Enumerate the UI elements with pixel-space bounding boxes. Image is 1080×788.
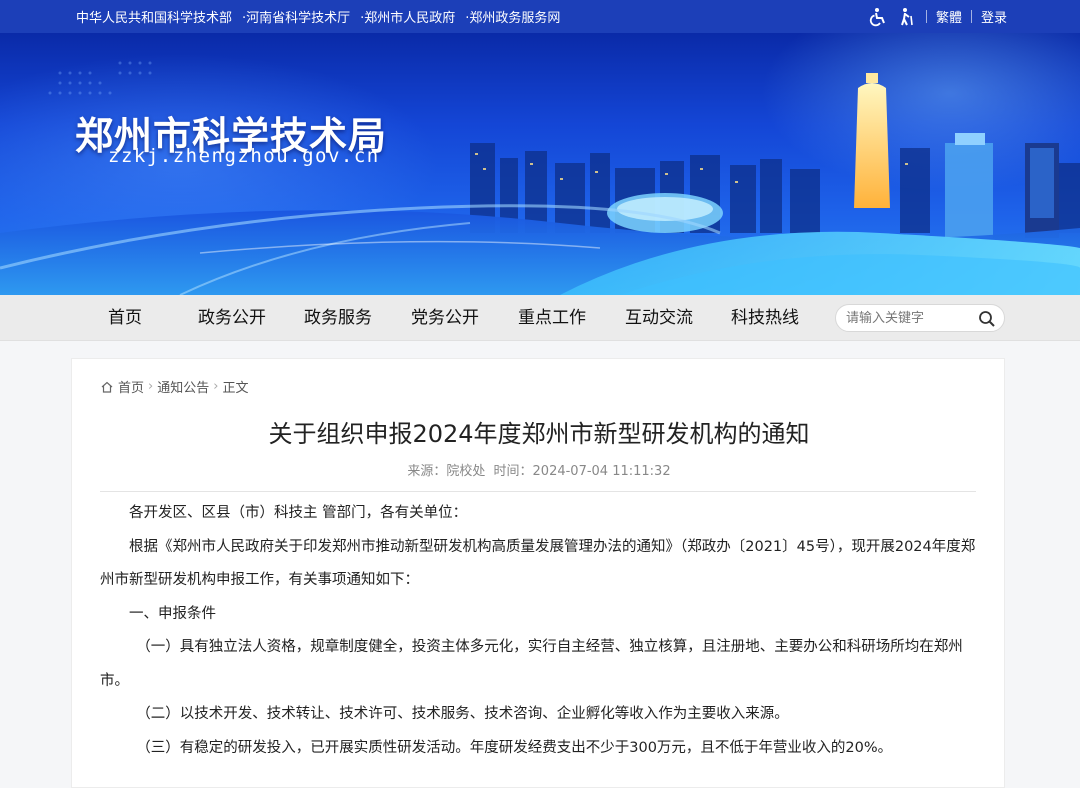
breadcrumb-notices[interactable]: 通知公告 xyxy=(157,377,209,396)
link-most[interactable]: 中华人民共和国科学技术部 xyxy=(76,7,232,26)
related-links: 中华人民共和国科学技术部 ·河南省科学技术厅 ·郑州市人民政府 ·郑州政务服务网 xyxy=(76,0,560,33)
nav-item-government-services[interactable]: 政务服务 xyxy=(304,295,372,341)
article-body: 各开发区、区县（市）科技主 管部门，各有关单位： 根据《郑州市人民政府关于印发郑… xyxy=(100,497,978,765)
nav-item-home[interactable]: 首页 xyxy=(108,295,142,341)
nav-item-interaction[interactable]: 互动交流 xyxy=(625,295,693,341)
header-banner: 郑州市科学技术局 zzkj.zhengzhou.gov.cn xyxy=(0,33,1080,295)
article-card: 首页 › 通知公告 › 正文 关于组织申报2024年度郑州市新型研发机构的通知 … xyxy=(71,358,1005,788)
main-nav: 首页 政务公开 政务服务 党务公开 重点工作 互动交流 科技热线 xyxy=(0,295,1080,341)
elderly-mode-icon[interactable] xyxy=(897,7,917,27)
paragraph: （三）有稳定的研发投入，已开展实质性研发活动。年度研发经费支出不少于300万元，… xyxy=(136,739,893,756)
chevron-right-icon: › xyxy=(148,379,154,394)
home-icon xyxy=(101,381,113,393)
paragraph: 一、申报条件 xyxy=(129,605,216,622)
link-zhengzhou-service[interactable]: ·郑州政务服务网 xyxy=(465,7,560,26)
article-source: 来源：院校处 xyxy=(407,464,486,479)
search-box xyxy=(835,304,1005,332)
paragraph: （二）以技术开发、技术转让、技术许可、技术服务、技术咨询、企业孵化等收入作为主要… xyxy=(136,706,789,722)
nav-item-government-affairs[interactable]: 政务公开 xyxy=(198,295,266,341)
divider xyxy=(100,491,976,492)
divider xyxy=(970,10,972,23)
site-domain: zzkj.zhengzhou.gov.cn xyxy=(108,145,380,167)
article-title: 关于组织申报2024年度郑州市新型研发机构的通知 xyxy=(268,420,810,448)
paragraph: 根据《郑州市人民政府关于印发郑州市推动新型研发机构高质量发展管理办法的通知》（郑… xyxy=(100,538,976,589)
breadcrumb-home[interactable]: 首页 xyxy=(118,377,144,396)
nav-item-key-work[interactable]: 重点工作 xyxy=(518,295,586,341)
breadcrumb-current: 正文 xyxy=(222,381,249,396)
link-henan-sti[interactable]: ·河南省科学技术厅 xyxy=(242,7,350,26)
nav-item-tech-hotline[interactable]: 科技热线 xyxy=(731,295,799,341)
divider xyxy=(925,10,927,23)
top-bar: 中华人民共和国科学技术部 ·河南省科学技术厅 ·郑州市人民政府 ·郑州政务服务网… xyxy=(0,0,1080,33)
wheelchair-icon[interactable] xyxy=(868,7,888,27)
traditional-chinese-link[interactable]: 繁體 xyxy=(936,7,962,26)
article-time: 时间：2024-07-04 11:11:32 xyxy=(493,464,671,479)
paragraph: （一）具有独立法人资格，规章制度健全，投资主体多元化，实行自主经营、独立核算，且… xyxy=(100,639,963,689)
search-input[interactable] xyxy=(846,308,976,328)
article-meta: 来源：院校处 时间：2024-07-04 11:11:32 xyxy=(72,460,1006,479)
nav-item-party-affairs[interactable]: 党务公开 xyxy=(411,295,479,341)
link-zhengzhou-gov[interactable]: ·郑州市人民政府 xyxy=(360,7,455,26)
paragraph: 各开发区、区县（市）科技主 管部门，各有关单位： xyxy=(129,505,468,521)
chevron-right-icon: › xyxy=(213,379,219,394)
search-icon[interactable] xyxy=(978,310,996,328)
login-link[interactable]: 登录 xyxy=(981,7,1007,26)
top-tools: 繁體 登录 xyxy=(868,0,1007,33)
breadcrumb: 首页 › 通知公告 › 正文 xyxy=(100,377,248,396)
